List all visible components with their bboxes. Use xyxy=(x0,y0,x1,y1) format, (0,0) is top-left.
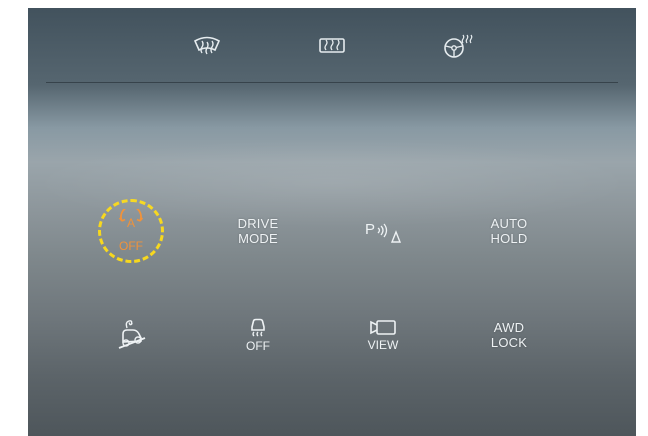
front-defrost-button[interactable] xyxy=(185,28,229,64)
heated-steering-wheel-icon xyxy=(444,34,473,58)
camera-view-button[interactable]: VIEW xyxy=(328,303,438,367)
auto-stop-state-label: OFF xyxy=(119,239,143,253)
control-panel: A OFF DRIVE MODE P AUTO HOLD OFF VIEW AW… xyxy=(28,8,636,436)
auto-hold-label-line2: HOLD xyxy=(490,231,528,246)
auto-stop-off-button[interactable]: A OFF xyxy=(76,199,186,263)
esc-off-icon xyxy=(251,318,265,337)
front-defrost-icon xyxy=(193,36,221,55)
auto-hold-button[interactable]: AUTO HOLD xyxy=(454,199,564,263)
auto-hold-label-line1: AUTO xyxy=(490,216,528,231)
heated-steering-button[interactable] xyxy=(436,28,480,64)
camera-icon xyxy=(370,320,396,335)
hill-descent-button[interactable] xyxy=(76,303,186,367)
parking-sensor-icon: P xyxy=(365,221,402,243)
drive-mode-button[interactable]: DRIVE MODE xyxy=(203,199,313,263)
auto-stop-off-icon: A xyxy=(118,209,144,230)
awd-lock-label-line1: AWD xyxy=(493,320,525,335)
parking-sensor-button[interactable]: P xyxy=(328,199,438,263)
drive-mode-label-line2: MODE xyxy=(238,231,278,246)
awd-lock-button[interactable]: AWD LOCK xyxy=(454,303,564,367)
rear-defrost-icon xyxy=(319,38,345,53)
rear-defrost-button[interactable] xyxy=(310,28,354,64)
drive-mode-label-line1: DRIVE xyxy=(237,216,279,231)
hill-descent-control-icon xyxy=(118,320,146,349)
camera-view-label: VIEW xyxy=(367,338,399,352)
top-divider xyxy=(46,82,618,83)
parking-sensor-letter: P xyxy=(365,221,375,238)
traction-off-label: OFF xyxy=(246,339,270,353)
auto-stop-letter: A xyxy=(127,216,135,230)
awd-lock-label-line2: LOCK xyxy=(490,335,528,350)
traction-control-off-button[interactable]: OFF xyxy=(203,303,313,367)
